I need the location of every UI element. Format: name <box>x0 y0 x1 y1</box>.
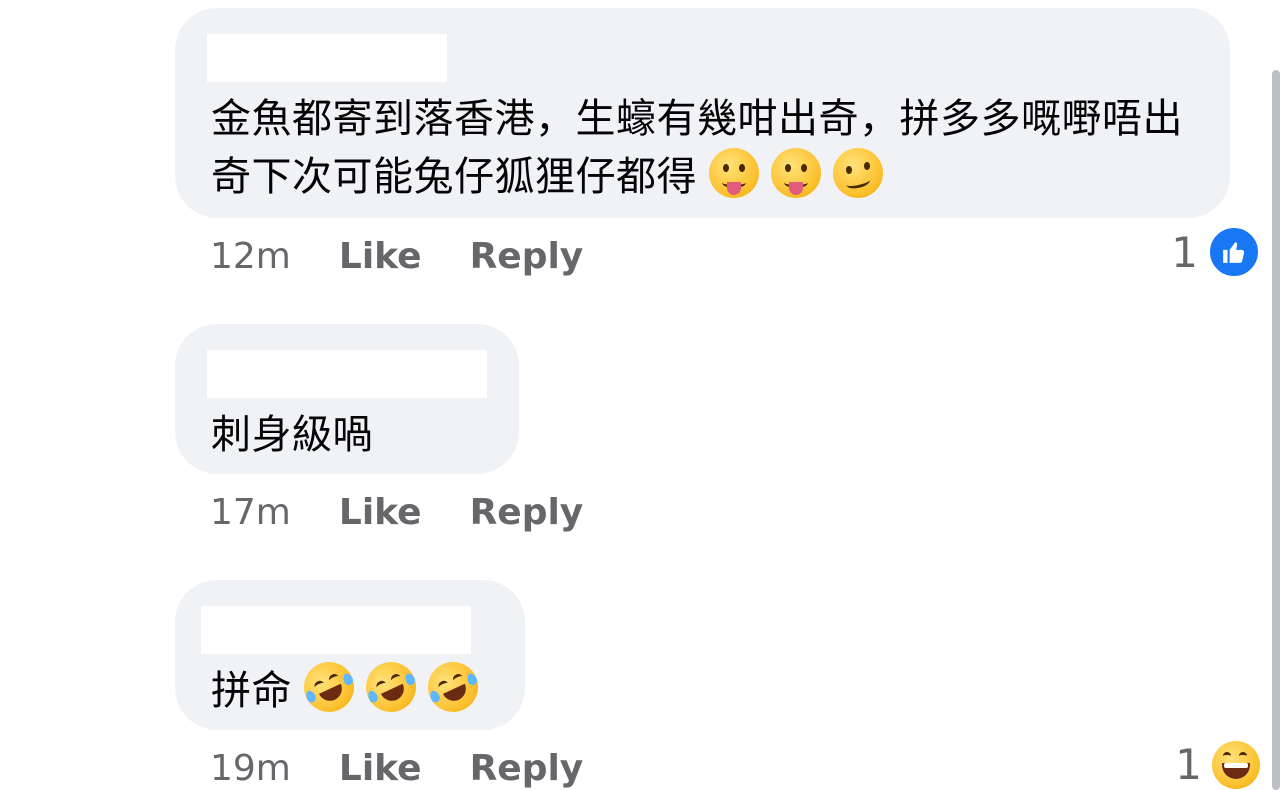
comment-1: 金魚都寄到落香港，生蠔有幾咁出奇，拼多多嘅嘢唔出奇下次可能兔仔狐狸仔都得 <box>175 8 1230 218</box>
comment-body: 金魚都寄到落香港，生蠔有幾咁出奇，拼多多嘅嘢唔出奇下次可能兔仔狐狸仔都得 <box>211 96 1183 200</box>
like-icon <box>1208 226 1260 278</box>
reply-button[interactable]: Reply <box>470 492 584 533</box>
like-button[interactable]: Like <box>339 236 422 277</box>
comment-text: 拼命 <box>211 653 489 721</box>
comment-text: 金魚都寄到落香港，生蠔有幾咁出奇，拼多多嘅嘢唔出奇下次可能兔仔狐狸仔都得 <box>211 90 1194 206</box>
comment-body: 刺身級喎 <box>211 412 373 458</box>
comment-2-meta: 17m Like Reply <box>210 492 583 533</box>
comment-bubble: 拼命 <box>175 580 525 730</box>
comments-thread: 金魚都寄到落香港，生蠔有幾咁出奇，拼多多嘅嘢唔出奇下次可能兔仔狐狸仔都得 12m… <box>0 0 1284 790</box>
comment-body: 拼命 <box>211 668 292 714</box>
reaction-count: 1 <box>1175 740 1202 789</box>
comment-bubble: 金魚都寄到落香港，生蠔有幾咁出奇，拼多多嘅嘢唔出奇下次可能兔仔狐狸仔都得 <box>175 8 1230 218</box>
comment-3-meta: 19m Like Reply <box>210 748 583 789</box>
reaction-count: 1 <box>1171 227 1198 277</box>
comment-3-reactions[interactable]: 1 <box>1175 740 1260 789</box>
like-button[interactable]: Like <box>339 748 422 789</box>
redacted-author-name <box>207 34 447 82</box>
redacted-author-name <box>207 350 487 398</box>
face-with-tongue-emoji <box>771 148 821 198</box>
comment-bubble: 刺身級喎 <box>175 324 519 474</box>
comment-1-meta: 12m Like Reply <box>210 236 583 277</box>
face-with-tongue-emoji <box>709 148 759 198</box>
comment-timestamp: 12m <box>210 236 291 277</box>
comment-timestamp: 17m <box>210 492 291 533</box>
redacted-author-name <box>201 606 471 654</box>
comment-2: 刺身級喎 <box>175 324 519 474</box>
woozy-face-emoji <box>833 148 883 198</box>
reply-button[interactable]: Reply <box>470 236 584 277</box>
comment-3: 拼命 <box>175 580 525 730</box>
grinning-face-icon <box>1212 740 1260 789</box>
rolling-on-floor-laughing-emoji <box>419 653 487 721</box>
rolling-on-floor-laughing-emoji <box>295 653 363 721</box>
reply-button[interactable]: Reply <box>470 748 584 789</box>
rolling-on-floor-laughing-emoji <box>357 653 425 721</box>
scrollbar[interactable] <box>1272 70 1280 790</box>
like-button[interactable]: Like <box>339 492 422 533</box>
comment-timestamp: 19m <box>210 748 291 789</box>
comment-1-reactions[interactable]: 1 <box>1171 226 1260 278</box>
